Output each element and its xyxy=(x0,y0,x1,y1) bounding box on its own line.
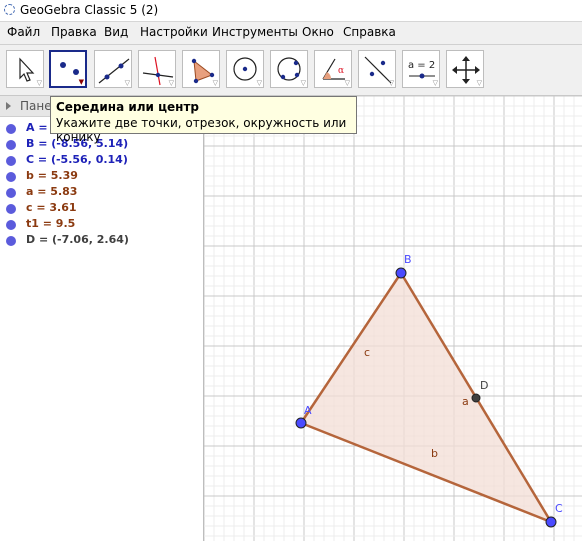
segment-b-label: b xyxy=(431,447,438,460)
algebra-item-text: D = (-7.06, 2.64) xyxy=(26,233,129,246)
menu-edit[interactable]: Правка xyxy=(51,25,97,39)
circle-three-points-tool-button[interactable]: ▽ xyxy=(270,50,308,88)
visibility-toggle-icon[interactable] xyxy=(6,236,16,246)
algebra-item[interactable]: a = 5.83 xyxy=(0,185,203,201)
point-d-label: D xyxy=(480,379,488,392)
algebra-view: A = B = (-8.56, 5.14) C = (-5.56, 0.14) b … xyxy=(0,117,204,541)
tooltip-title: Середина или центр xyxy=(56,100,199,114)
perpendicular-line-tool-button[interactable]: ▽ xyxy=(138,50,176,88)
slider-tool-button[interactable]: a = 2 ▽ xyxy=(402,50,440,88)
algebra-item-text: C = (-5.56, 0.14) xyxy=(26,153,128,166)
visibility-toggle-icon[interactable] xyxy=(6,188,16,198)
reflect-tool-button[interactable]: ▽ xyxy=(358,50,396,88)
algebra-item[interactable]: D = (-7.06, 2.64) xyxy=(0,233,203,249)
point-b[interactable] xyxy=(395,267,407,279)
visibility-toggle-icon[interactable] xyxy=(6,124,16,134)
move-tool-button[interactable]: ▽ xyxy=(6,50,44,88)
window-title: GeoGebra Classic 5 (2) xyxy=(20,3,159,17)
menu-file[interactable]: Файл xyxy=(7,25,40,39)
segment-a-label: a xyxy=(462,395,469,408)
visibility-toggle-icon[interactable] xyxy=(6,220,16,230)
tooltip-description: Укажите две точки, отрезок, окружность и… xyxy=(56,116,347,144)
algebra-item[interactable]: t1 = 9.5 xyxy=(0,217,203,233)
algebra-item[interactable]: b = 5.39 xyxy=(0,169,203,185)
point-c[interactable] xyxy=(545,516,557,528)
visibility-toggle-icon[interactable] xyxy=(6,204,16,214)
polygon-tool-button[interactable]: ▽ xyxy=(182,50,220,88)
collapse-triangle-icon[interactable] xyxy=(6,102,11,110)
visibility-toggle-icon[interactable] xyxy=(6,172,16,182)
menu-help[interactable]: Справка xyxy=(343,25,396,39)
menu-window[interactable]: Окно xyxy=(302,25,334,39)
point-d[interactable] xyxy=(471,393,481,403)
algebra-item-text: a = 5.83 xyxy=(26,185,78,198)
algebra-view-title: Пане xyxy=(20,99,52,113)
point-a-label: A xyxy=(304,404,312,417)
toolbar: ▽ ▼ ▽ ▽ ▽ ▽ ▽ α ▽ ▽ a = 2 ▽ ▽ xyxy=(0,45,582,96)
visibility-toggle-icon[interactable] xyxy=(6,140,16,150)
menu-bar: Файл Правка Вид Настройки Инструменты Ок… xyxy=(0,22,582,45)
tool-tooltip: Середина или центр Укажите две точки, от… xyxy=(50,96,357,144)
angle-tool-button[interactable]: α ▽ xyxy=(314,50,352,88)
point-c-label: C xyxy=(555,502,563,515)
geogebra-logo-icon xyxy=(4,4,15,15)
menu-settings[interactable]: Настройки xyxy=(140,25,208,39)
point-b-label: B xyxy=(404,253,412,266)
algebra-item-text: t1 = 9.5 xyxy=(26,217,76,230)
algebra-item-text: b = 5.39 xyxy=(26,169,78,182)
algebra-item[interactable]: C = (-5.56, 0.14) xyxy=(0,153,203,169)
slider-tool-label: a = 2 xyxy=(408,60,435,71)
svg-text:α: α xyxy=(338,66,344,76)
move-graphics-view-tool-button[interactable]: ▽ xyxy=(446,50,484,88)
title-bar: GeoGebra Classic 5 (2) xyxy=(0,0,582,22)
visibility-toggle-icon[interactable] xyxy=(6,156,16,166)
algebra-item-text: A = xyxy=(26,121,48,134)
menu-view[interactable]: Вид xyxy=(104,25,128,39)
point-tool-button[interactable]: ▼ xyxy=(49,50,87,88)
segment-c-label: c xyxy=(364,346,370,359)
menu-tools[interactable]: Инструменты xyxy=(212,25,298,39)
point-a[interactable] xyxy=(295,417,307,429)
algebra-item[interactable]: c = 3.61 xyxy=(0,201,203,217)
circle-center-point-tool-button[interactable]: ▽ xyxy=(226,50,264,88)
line-tool-button[interactable]: ▽ xyxy=(94,50,132,88)
graphics-view[interactable]: a b c A B C D xyxy=(204,96,582,541)
algebra-item-text: c = 3.61 xyxy=(26,201,77,214)
